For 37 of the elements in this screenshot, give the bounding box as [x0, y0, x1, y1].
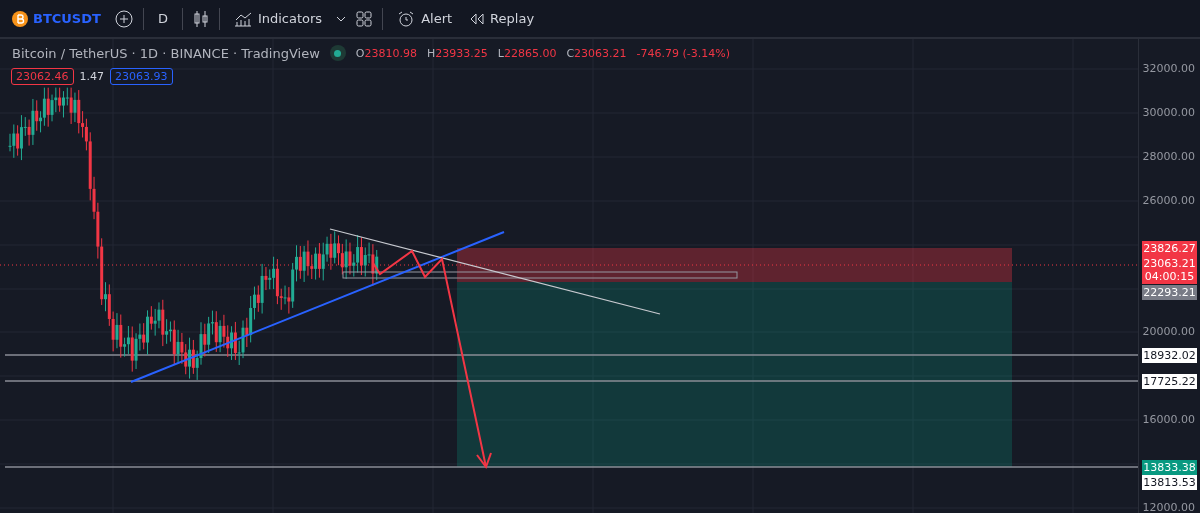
- ohlc-value: O23810.98: [355, 46, 417, 60]
- coin-icon: [12, 10, 28, 27]
- change-value: -746.79 (-3.14%): [636, 46, 731, 60]
- chart-title: Bitcoin / TetherUS · 1D · BINANCE · TradingView: [12, 45, 320, 61]
- price-tick: 12000.00: [1142, 501, 1195, 513]
- sell-price-button[interactable]: 23062.46: [11, 68, 74, 85]
- ohlc-value: C23063.21: [566, 46, 627, 60]
- alarm-clock-icon: [397, 9, 416, 28]
- layout-grid-icon[interactable]: [356, 10, 373, 27]
- ohlc-value: L22865.00: [497, 46, 557, 60]
- price-tick: 16000.00: [1142, 413, 1195, 426]
- alert-button[interactable]: Alert: [393, 9, 457, 28]
- price-tick: 26000.00: [1142, 194, 1195, 207]
- add-icon[interactable]: [114, 9, 133, 28]
- price-label: 13813.53: [1142, 475, 1197, 490]
- price-label: 18932.02: [1142, 348, 1197, 363]
- price-label: 13833.38: [1142, 460, 1197, 475]
- price-tick: 30000.00: [1142, 106, 1195, 119]
- price-label: 23063.21 04:00:15: [1142, 256, 1197, 284]
- interval-button[interactable]: D: [153, 11, 172, 26]
- indicators-button[interactable]: Indicators: [229, 10, 327, 27]
- chevron-down-icon[interactable]: [336, 15, 347, 22]
- price-tick: 32000.00: [1142, 62, 1195, 75]
- chart-icon: [233, 10, 252, 27]
- price-tick: 28000.00: [1142, 150, 1195, 163]
- price-label: 22293.21: [1142, 285, 1197, 300]
- ohlc-value: H23933.25: [427, 46, 488, 60]
- spread-value: 1.47: [79, 70, 104, 83]
- candles-icon[interactable]: [192, 9, 209, 28]
- price-tick: 20000.00: [1142, 325, 1195, 338]
- status-dot: [329, 45, 346, 61]
- buy-price-button[interactable]: 23063.93: [110, 68, 173, 85]
- symbol-button[interactable]: BTCUSDT: [8, 10, 105, 27]
- price-label: 23826.27: [1142, 241, 1197, 256]
- price-label: 17725.22: [1142, 374, 1197, 389]
- rewind-icon: [470, 12, 485, 25]
- replay-button[interactable]: Replay: [466, 11, 539, 26]
